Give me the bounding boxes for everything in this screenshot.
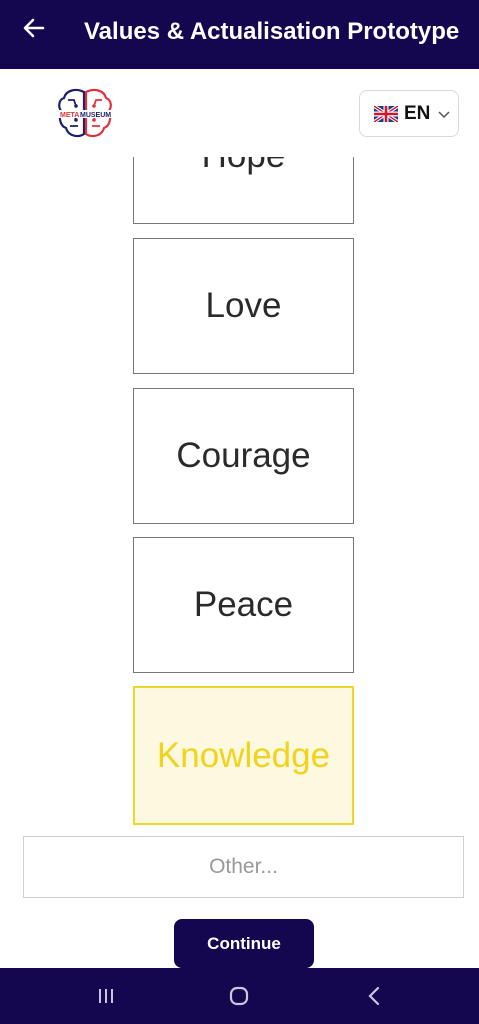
system-back-button[interactable] [354,982,394,1010]
page-title: Values & Actualisation Prototype [84,18,460,45]
value-label: Peace [193,585,294,624]
recent-apps-button[interactable] [86,982,126,1010]
arrow-left-icon [23,18,45,38]
value-label: Hope [202,157,286,176]
back-button[interactable] [14,10,54,46]
value-card-love[interactable]: Love [133,238,354,374]
language-code: EN [404,102,431,124]
language-select[interactable]: EN [359,90,459,137]
home-button[interactable] [219,982,259,1010]
app-bar: Values & Actualisation Prototype [0,0,479,69]
value-card-peace[interactable]: Peace [133,537,354,673]
continue-button[interactable]: Continue [174,919,314,968]
other-value-input[interactable] [23,836,464,898]
svg-text:META: META [60,112,79,119]
value-card-courage[interactable]: Courage [133,388,354,524]
recent-apps-icon [99,989,113,1003]
back-icon [368,986,380,1006]
value-label: Knowledge [156,735,331,775]
chevron-down-icon [438,111,450,119]
value-card-knowledge[interactable]: Knowledge [133,686,354,825]
system-nav-bar [0,968,479,1024]
svg-text:MUSEUM: MUSEUM [80,112,111,119]
meta-museum-logo: META MUSEUM [54,86,116,140]
value-label: Love [205,286,282,325]
values-list[interactable]: Hope Love Courage Peace Knowledge [0,157,479,827]
value-label: Courage [176,436,311,475]
home-icon [229,986,249,1006]
value-card-hope[interactable]: Hope [133,157,354,224]
uk-flag-icon [374,105,398,122]
